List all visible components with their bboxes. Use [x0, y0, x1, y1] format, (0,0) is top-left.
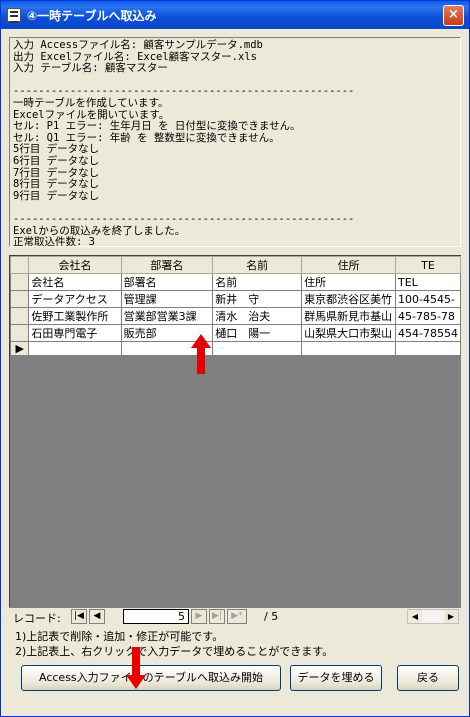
- instruction-line: 2)上記表上、右クリックで入力データで埋めることができます。: [15, 645, 334, 658]
- column-header[interactable]: 部署名: [120, 256, 214, 274]
- table-row[interactable]: 会社名 部署名 名前 住所 TEL: [10, 273, 461, 291]
- record-navigation-bar: レコード: |◀ ◀ 5 ▶ ▶| ▶* / 5 ◀ ▶: [9, 607, 461, 625]
- table-cell[interactable]: [28, 341, 122, 356]
- new-row-marker-icon[interactable]: ▶: [10, 341, 30, 356]
- table-cell[interactable]: 石田専門電子: [28, 324, 122, 342]
- table-cell[interactable]: データアクセス: [28, 290, 122, 308]
- new-record-row[interactable]: ▶: [10, 341, 461, 356]
- column-header[interactable]: 名前: [212, 256, 303, 274]
- row-selector[interactable]: [10, 324, 30, 342]
- table-cell[interactable]: 山梨県大口市梨山: [301, 324, 396, 342]
- new-record-button[interactable]: ▶*: [227, 609, 247, 624]
- datasheet-table: 会社名 部署名 名前 住所 TE 会社名 部署名 名前 住所 TEL データアク…: [10, 256, 461, 356]
- table-cell[interactable]: 名前: [212, 273, 303, 291]
- previous-record-button[interactable]: ◀: [89, 609, 105, 624]
- table-cell[interactable]: 45-785-78: [395, 307, 461, 325]
- table-cell[interactable]: [212, 341, 303, 356]
- column-header[interactable]: TE: [395, 256, 461, 274]
- instructions: 1)上記表で削除・追加・修正が可能です。 2)上記表上、右クリックで入力データで…: [15, 629, 333, 659]
- table-cell[interactable]: 100-4545-: [395, 290, 461, 308]
- table-cell[interactable]: 454-78554: [395, 324, 461, 342]
- close-button[interactable]: ×: [443, 5, 464, 26]
- log-line: 9行目 データなし: [13, 189, 100, 202]
- scroll-right-icon[interactable]: ▶: [444, 610, 458, 623]
- log-line: 8行目 データなし: [13, 178, 100, 191]
- back-button[interactable]: 戻る: [397, 665, 459, 691]
- log-line: 入力 Accessファイル名: 顧客サンプルデータ.mdb: [13, 39, 263, 51]
- table-cell[interactable]: 東京都渋谷区美竹: [301, 290, 396, 308]
- log-line: 一時テーブルを作成しています。: [13, 96, 169, 109]
- table-cell[interactable]: 住所: [301, 273, 396, 291]
- red-arrow-up-icon: [191, 334, 211, 374]
- title-bar[interactable]: ④一時テーブルへ取込み ×: [1, 1, 469, 29]
- next-record-button[interactable]: ▶: [191, 609, 207, 624]
- current-record-input[interactable]: 5: [123, 609, 189, 624]
- form-icon[interactable]: [7, 8, 21, 23]
- table-cell[interactable]: 部署名: [120, 273, 214, 291]
- log-line: セル: P1 エラー: 生年月日 を 日付型に変換できません。: [13, 120, 301, 133]
- horizontal-scrollbar[interactable]: ◀ ▶: [407, 609, 459, 624]
- table-cell[interactable]: 清水 治夫: [212, 307, 303, 325]
- table-cell[interactable]: 佐野工業製作所: [28, 307, 122, 325]
- column-header[interactable]: 会社名: [28, 256, 122, 274]
- datasheet-grid[interactable]: 会社名 部署名 名前 住所 TE 会社名 部署名 名前 住所 TEL データアク…: [9, 255, 461, 607]
- table-cell[interactable]: 樋口 陽一: [212, 324, 303, 342]
- header-row: 会社名 部署名 名前 住所 TE: [10, 256, 461, 274]
- table-row[interactable]: 石田専門電子 販売部 樋口 陽一 山梨県大口市梨山 454-78554: [10, 324, 461, 342]
- table-cell[interactable]: 会社名: [28, 273, 122, 291]
- window-title: ④一時テーブルへ取込み: [27, 9, 157, 23]
- record-total: / 5: [264, 610, 279, 623]
- table-row[interactable]: 佐野工業製作所 営業部営業3課 清水 治夫 群馬県新見市基山 45-785-78: [10, 307, 461, 325]
- scroll-left-icon[interactable]: ◀: [408, 610, 422, 623]
- log-line: 入力 テーブル名: 顧客マスター: [13, 62, 168, 75]
- log-line: 6行目 データなし: [13, 154, 100, 167]
- record-label: レコード:: [13, 612, 61, 625]
- table-cell[interactable]: 群馬県新見市基山: [301, 307, 396, 325]
- red-arrow-down-icon: [126, 647, 146, 689]
- instruction-line: 1)上記表で削除・追加・修正が可能です。: [15, 630, 224, 643]
- table-row[interactable]: データアクセス 管理課 新井 守 東京都渋谷区美竹 100-4545-: [10, 290, 461, 308]
- corner-selector[interactable]: [10, 256, 30, 274]
- last-record-button[interactable]: ▶|: [209, 609, 225, 624]
- row-selector[interactable]: [10, 307, 30, 325]
- first-record-button[interactable]: |◀: [71, 609, 87, 624]
- fill-data-button[interactable]: データを埋める: [290, 665, 382, 691]
- row-selector[interactable]: [10, 273, 30, 291]
- table-cell[interactable]: [301, 341, 396, 356]
- row-selector[interactable]: [10, 290, 30, 308]
- table-cell[interactable]: 管理課: [120, 290, 214, 308]
- log-output[interactable]: 入力 Accessファイル名: 顧客サンプルデータ.mdb 出力 Excelファ…: [9, 37, 461, 247]
- dialog-window: ④一時テーブルへ取込み × 入力 Accessファイル名: 顧客サンプルデータ.…: [0, 0, 470, 717]
- log-line: 正常取込件数: 3: [13, 236, 95, 247]
- table-cell[interactable]: 営業部営業3課: [120, 307, 214, 325]
- table-cell[interactable]: [395, 341, 461, 356]
- column-header[interactable]: 住所: [301, 256, 396, 274]
- table-cell[interactable]: 新井 守: [212, 290, 303, 308]
- table-cell[interactable]: TEL: [395, 273, 461, 291]
- import-start-button[interactable]: Access入力ファイルのテーブルへ取込み開始: [21, 665, 281, 691]
- log-line: ----------------------------------------…: [13, 212, 355, 225]
